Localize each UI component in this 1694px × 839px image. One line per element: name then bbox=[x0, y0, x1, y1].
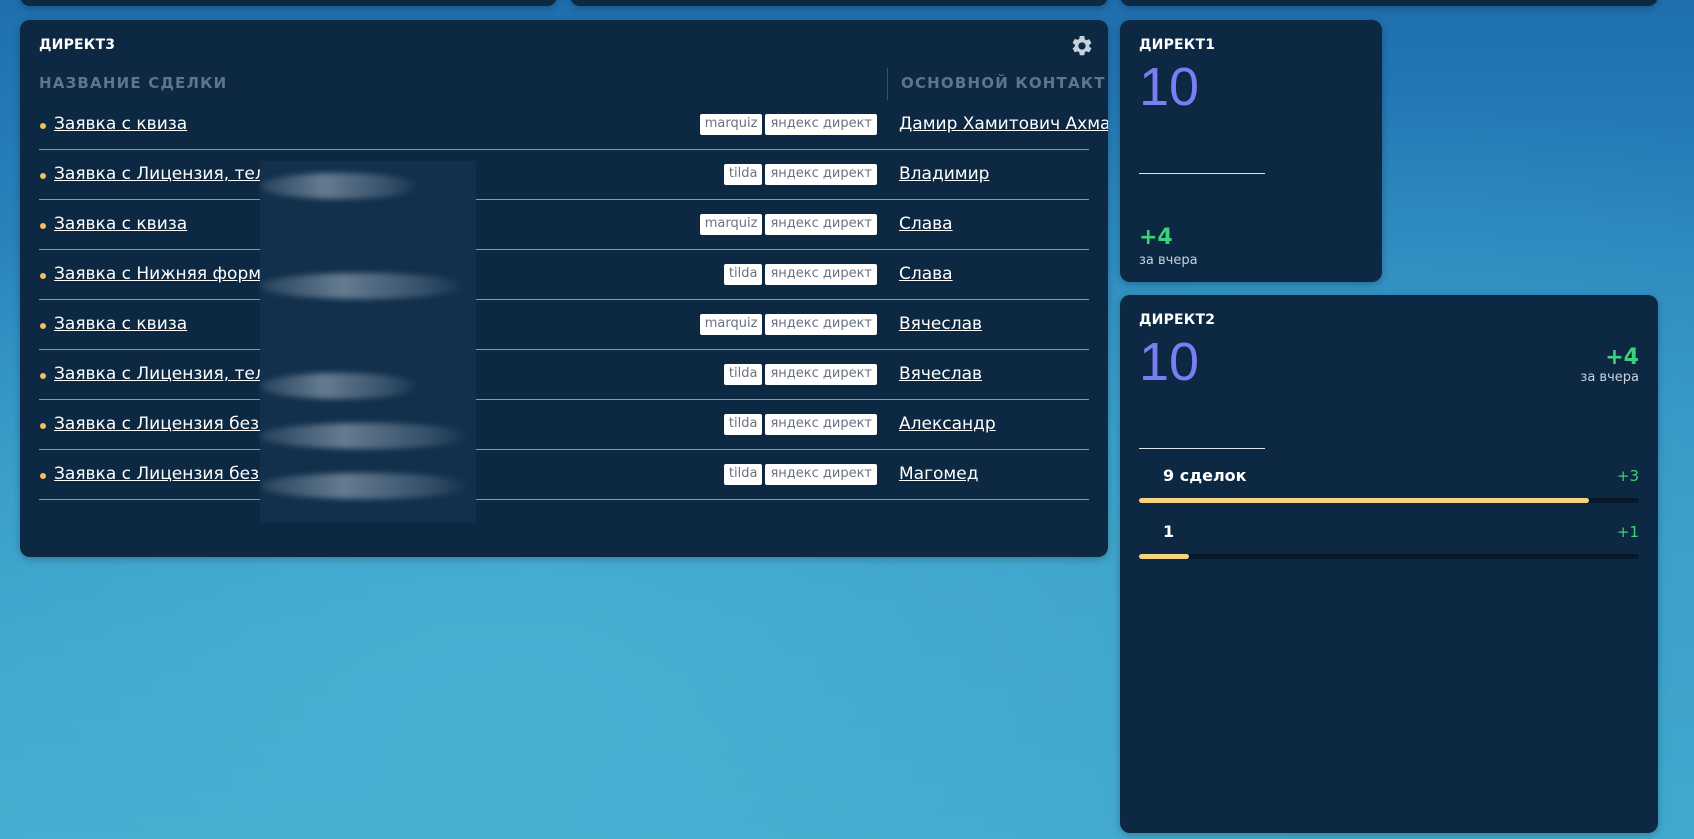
redaction-overlay bbox=[260, 161, 476, 522]
tag[interactable]: яндекс директ bbox=[765, 264, 877, 285]
contact-link[interactable]: Слава bbox=[899, 214, 953, 234]
tag[interactable]: tilda bbox=[723, 264, 763, 285]
tags: marquiz яндекс директ bbox=[699, 314, 877, 335]
widget-title: ДИРЕКТ3 bbox=[39, 37, 116, 53]
table-row: Заявка с Лицензия, тел:+7 tilda яндекс д… bbox=[39, 350, 1089, 400]
gear-icon[interactable] bbox=[1070, 34, 1094, 58]
tag[interactable]: marquiz bbox=[699, 114, 763, 135]
status-dot bbox=[40, 173, 46, 179]
column-header-main-contact[interactable]: ОСНОВНОЙ КОНТАКТ bbox=[901, 74, 1106, 92]
tag[interactable]: яндекс директ bbox=[765, 464, 877, 485]
tags: tilda яндекс директ bbox=[723, 164, 877, 185]
delta-value: +4 bbox=[1605, 345, 1639, 370]
status-dot bbox=[40, 223, 46, 229]
delta-label: за вчера bbox=[1139, 253, 1198, 268]
deal-name-link[interactable]: Заявка с квиза bbox=[54, 314, 187, 334]
tag[interactable]: яндекс директ bbox=[765, 214, 877, 235]
tag[interactable]: marquiz bbox=[699, 314, 763, 335]
contact-link[interactable]: Магомед bbox=[899, 464, 978, 484]
tag[interactable]: яндекс директ bbox=[765, 314, 877, 335]
direct2-widget: ДИРЕКТ2 10 +4 за вчера 9 сделок +3 1 +1 bbox=[1120, 295, 1658, 833]
column-header-deal-name[interactable]: НАЗВАНИЕ СДЕЛКИ bbox=[39, 74, 227, 92]
direct1-widget: ДИРЕКТ1 10 +4 за вчера bbox=[1120, 20, 1382, 282]
tag[interactable]: marquiz bbox=[699, 214, 763, 235]
partial-card-top-3 bbox=[1120, 0, 1658, 6]
status-dot bbox=[40, 373, 46, 379]
tag[interactable]: яндекс директ bbox=[765, 414, 877, 435]
table-row: Заявка с квиза marquiz яндекс директ Дам… bbox=[39, 100, 1108, 150]
tag[interactable]: tilda bbox=[723, 464, 763, 485]
tag[interactable]: яндекс директ bbox=[765, 364, 877, 385]
tag[interactable]: tilda bbox=[723, 164, 763, 185]
deal-name-link[interactable]: Заявка с квиза bbox=[54, 214, 187, 234]
tags: tilda яндекс директ bbox=[723, 414, 877, 435]
contact-link[interactable]: Вячеслав bbox=[899, 364, 982, 384]
partial-card-top-1 bbox=[20, 0, 557, 6]
table-row: Заявка с Нижняя форма, т tilda яндекс ди… bbox=[39, 250, 1089, 300]
widget-title: ДИРЕКТ1 bbox=[1139, 37, 1216, 53]
progress-track bbox=[1139, 498, 1639, 503]
contact-link[interactable]: Дамир Хамитович Ахма bbox=[899, 114, 1108, 134]
tag[interactable]: яндекс директ bbox=[765, 164, 877, 185]
tag[interactable]: яндекс директ bbox=[765, 114, 877, 135]
status-dot bbox=[40, 123, 46, 129]
deal-name-link[interactable]: Заявка с квиза bbox=[54, 114, 187, 134]
progress-track bbox=[1139, 554, 1639, 559]
table-row: Заявка с Лицензия без И tilda яндекс дир… bbox=[39, 400, 1089, 450]
total-value: 10 bbox=[1139, 57, 1200, 117]
tags: marquiz яндекс директ bbox=[699, 214, 877, 235]
divider bbox=[1139, 173, 1265, 174]
tag[interactable]: tilda bbox=[723, 364, 763, 385]
status-dot bbox=[40, 323, 46, 329]
tags: marquiz яндекс директ bbox=[699, 114, 877, 135]
total-value: 10 bbox=[1139, 332, 1200, 392]
tags: tilda яндекс директ bbox=[723, 364, 877, 385]
bar-increment: +1 bbox=[1616, 523, 1639, 541]
tags: tilda яндекс директ bbox=[723, 464, 877, 485]
deals-widget: ДИРЕКТ3 НАЗВАНИЕ СДЕЛКИ ОСНОВНОЙ КОНТАКТ… bbox=[20, 20, 1108, 557]
deal-name-link[interactable]: Заявка с Лицензия без И bbox=[54, 464, 277, 484]
status-dot bbox=[40, 273, 46, 279]
contact-link[interactable]: Александр bbox=[899, 414, 996, 434]
bar-label: 1 bbox=[1163, 522, 1175, 541]
table-row: Заявка с квиза marquiz яндекс директ Сла… bbox=[39, 200, 1089, 250]
delta-value: +4 bbox=[1139, 225, 1173, 250]
contact-link[interactable]: Вячеслав bbox=[899, 314, 982, 334]
progress-fill bbox=[1139, 498, 1589, 503]
widget-title: ДИРЕКТ2 bbox=[1139, 312, 1216, 328]
tags: tilda яндекс директ bbox=[723, 264, 877, 285]
status-dot bbox=[40, 423, 46, 429]
bar-label: 9 сделок bbox=[1163, 466, 1247, 485]
contact-link[interactable]: Владимир bbox=[899, 164, 989, 184]
table-row: Заявка с Лицензия, тел:+7 tilda яндекс д… bbox=[39, 150, 1089, 200]
status-dot bbox=[40, 473, 46, 479]
partial-card-top-2 bbox=[570, 0, 1108, 6]
table-row: Заявка с квиза marquiz яндекс директ Вяч… bbox=[39, 300, 1089, 350]
progress-fill bbox=[1139, 554, 1189, 559]
table-row: Заявка с Лицензия без И tilda яндекс дир… bbox=[39, 450, 1089, 500]
contact-link[interactable]: Слава bbox=[899, 264, 953, 284]
column-divider bbox=[887, 68, 888, 100]
bar-increment: +3 bbox=[1616, 467, 1639, 485]
deals-list: Заявка с квиза marquiz яндекс директ Дам… bbox=[39, 100, 1108, 500]
deal-name-link[interactable]: Заявка с Нижняя форма, т bbox=[54, 264, 292, 284]
divider bbox=[1139, 448, 1265, 449]
deal-name-link[interactable]: Заявка с Лицензия без И bbox=[54, 414, 277, 434]
tag[interactable]: tilda bbox=[723, 414, 763, 435]
delta-label: за вчера bbox=[1580, 370, 1639, 385]
